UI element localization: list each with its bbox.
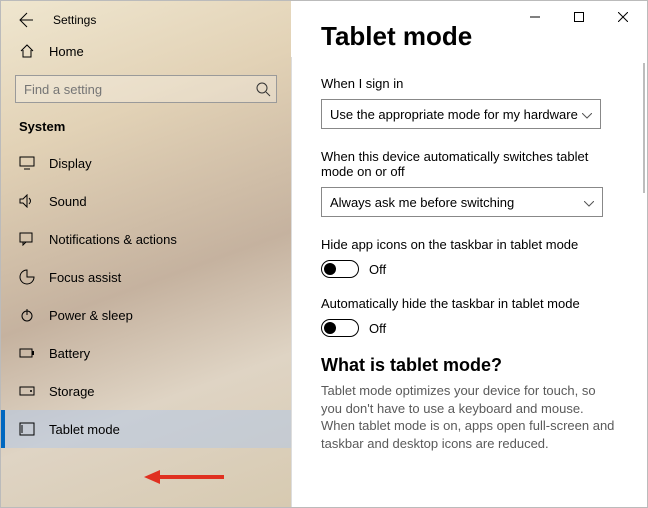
sidebar-item-battery[interactable]: Battery [1,334,291,372]
notifications-icon [19,232,35,246]
sidebar-list: Display Sound Notifications & actions Fo… [1,144,291,448]
hide-app-icons-toggle[interactable] [321,260,359,278]
signin-label: When I sign in [321,76,615,91]
autoswitch-label: When this device automatically switches … [321,149,611,179]
annotation-arrow [144,467,224,487]
toggle2-label: Automatically hide the taskbar in tablet… [321,296,615,311]
sidebar-item-label: Focus assist [49,270,121,285]
about-heading: What is tablet mode? [321,355,615,376]
settings-window: Settings Home System Display Sound [0,0,648,508]
toggle2-value: Off [369,321,386,336]
sidebar-item-sound[interactable]: Sound [1,182,291,220]
search-input[interactable] [15,75,277,103]
sidebar-item-notifications[interactable]: Notifications & actions [1,220,291,258]
autoswitch-value: Always ask me before switching [330,195,514,210]
search-box[interactable] [15,75,277,103]
about-text: Tablet mode optimizes your device for to… [321,382,615,452]
page-heading: Tablet mode [321,21,615,52]
sidebar-item-label: Power & sleep [49,308,133,323]
display-icon [19,156,35,170]
sidebar-item-storage[interactable]: Storage [1,372,291,410]
toggle1-value: Off [369,262,386,277]
scrollbar[interactable] [643,63,645,193]
autoswitch-dropdown[interactable]: Always ask me before switching [321,187,603,217]
sidebar-item-label: Notifications & actions [49,232,177,247]
sidebar-item-tablet-mode[interactable]: Tablet mode [1,410,291,448]
sidebar-item-power-sleep[interactable]: Power & sleep [1,296,291,334]
signin-dropdown[interactable]: Use the appropriate mode for my hardware [321,99,601,129]
sidebar-item-display[interactable]: Display [1,144,291,182]
sidebar-home[interactable]: Home [1,31,291,71]
focus-assist-icon [19,269,35,285]
toggle1-label: Hide app icons on the taskbar in tablet … [321,237,615,252]
sound-icon [19,194,35,208]
chevron-down-icon [584,195,594,210]
sidebar: Settings Home System Display Sound [1,1,291,507]
content-pane: Tablet mode When I sign in Use the appro… [291,1,647,507]
sidebar-item-label: Sound [49,194,87,209]
search-icon [255,81,271,100]
chevron-down-icon [582,107,592,122]
signin-value: Use the appropriate mode for my hardware [330,107,578,122]
battery-icon [19,347,35,359]
sidebar-section-heading: System [1,113,291,144]
auto-hide-taskbar-toggle[interactable] [321,319,359,337]
sidebar-item-label: Display [49,156,92,171]
tablet-mode-icon [19,422,35,436]
sidebar-item-label: Battery [49,346,90,361]
power-icon [19,307,35,323]
sidebar-item-label: Storage [49,384,95,399]
home-label: Home [49,44,84,59]
window-title: Settings [53,13,96,27]
back-icon[interactable] [15,11,33,29]
sidebar-item-label: Tablet mode [49,422,120,437]
sidebar-item-focus-assist[interactable]: Focus assist [1,258,291,296]
storage-icon [19,385,35,397]
home-icon [19,43,35,59]
